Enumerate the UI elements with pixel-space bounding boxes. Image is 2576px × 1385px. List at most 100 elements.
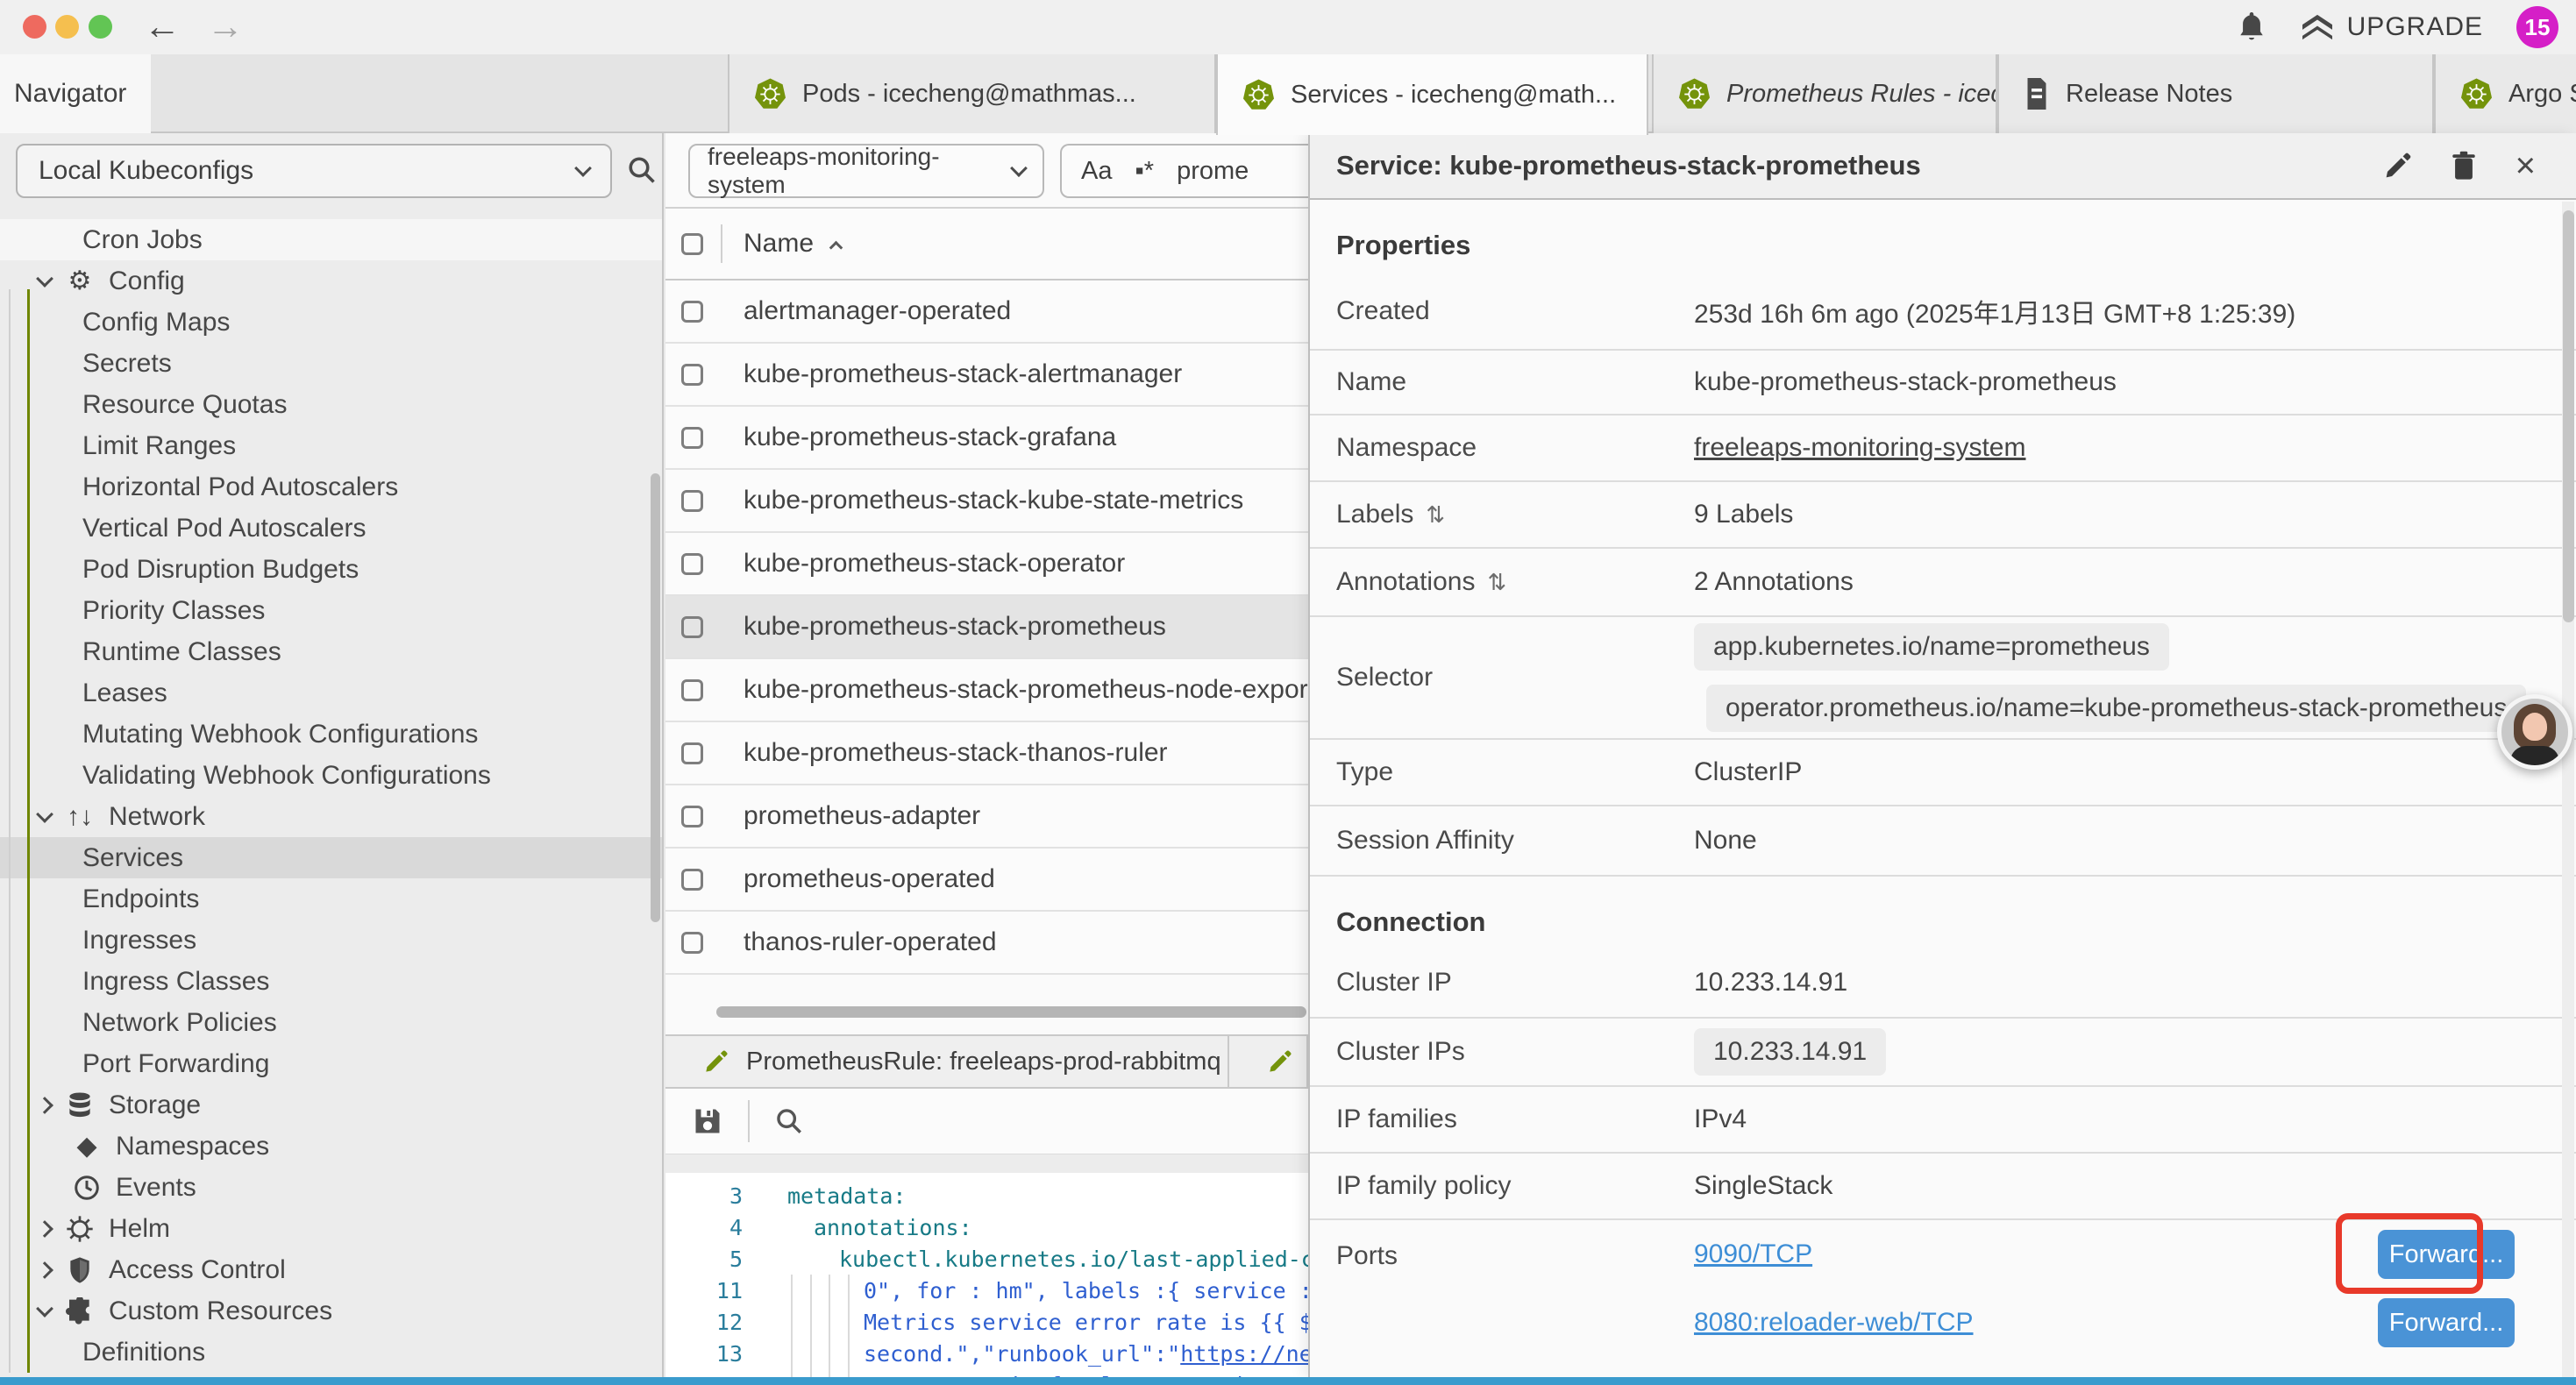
scrollbar-thumb[interactable] [716, 1006, 1306, 1018]
table-row-selected[interactable]: kube-prometheus-stack-prometheus [665, 596, 1308, 659]
indent-guide [9, 289, 11, 1373]
sidebar-group-helm[interactable]: Helm [0, 1208, 662, 1249]
table-row[interactable]: thanos-ruler-operated [665, 912, 1308, 975]
sidebar-group-config[interactable]: ⚙ Config [0, 260, 662, 302]
row-checkbox[interactable] [681, 869, 703, 891]
namespace-selector[interactable]: freeleaps-monitoring-system [688, 144, 1044, 198]
sidebar-item-horizontal-pod-autoscalers[interactable]: Horizontal Pod Autoscalers [0, 466, 662, 508]
search-input[interactable] [1177, 157, 1291, 186]
sidebar-item-port-forwarding[interactable]: Port Forwarding [0, 1043, 662, 1084]
row-checkbox[interactable] [681, 553, 703, 575]
sidebar-item-events[interactable]: Events [0, 1167, 662, 1208]
sort-toggle-icon[interactable]: ⇅ [1426, 501, 1445, 529]
sidebar-item-definitions[interactable]: Definitions [0, 1332, 662, 1373]
sidebar-scrollbar[interactable] [651, 473, 660, 922]
sidebar-item-runtime-classes[interactable]: Runtime Classes [0, 631, 662, 672]
tab-services[interactable]: Services - icecheng@math... × [1216, 54, 1648, 135]
maximize-window-button[interactable] [89, 15, 112, 39]
row-checkbox[interactable] [681, 742, 703, 764]
sidebar-group-storage[interactable]: Storage [0, 1084, 662, 1126]
chevron-right-icon [36, 1261, 53, 1279]
sidebar-item-config-maps[interactable]: Config Maps [0, 302, 662, 343]
detail-row-selector: Selector app.kubernetes.io/name=promethe… [1310, 615, 2576, 738]
close-window-button[interactable] [23, 15, 46, 39]
match-case-toggle[interactable]: Aa [1081, 157, 1112, 186]
detail-row-ports: Ports 9090/TCP Forward... 8080:reloader-… [1310, 1218, 2576, 1378]
table-row[interactable]: prometheus-operated [665, 849, 1308, 912]
user-avatar[interactable] [2497, 694, 2572, 770]
sidebar-item-vertical-pod-autoscalers[interactable]: Vertical Pod Autoscalers [0, 508, 662, 549]
sidebar-item-secrets[interactable]: Secrets [0, 343, 662, 384]
table-row[interactable]: kube-prometheus-stack-alertmanager [665, 344, 1308, 407]
detail-row-session-affinity: Session Affinity None [1310, 805, 2576, 875]
sidebar-item-namespaces[interactable]: ◆ Namespaces [0, 1126, 662, 1167]
port-link-9090[interactable]: 9090/TCP [1694, 1239, 1812, 1269]
sidebar-item-services[interactable]: Services [0, 837, 662, 878]
sidebar-group-custom-resources[interactable]: Custom Resources [0, 1290, 662, 1332]
table-row[interactable]: prometheus-adapter [665, 785, 1308, 849]
sidebar-item-priority-classes[interactable]: Priority Classes [0, 590, 662, 631]
row-checkbox[interactable] [681, 490, 703, 512]
table-row[interactable]: alertmanager-operated [665, 281, 1308, 344]
editor-search-icon[interactable] [774, 1106, 804, 1136]
navigator-panel-tab[interactable]: Navigator [0, 54, 151, 133]
sidebar-item-ingresses[interactable]: Ingresses [0, 920, 662, 961]
row-checkbox[interactable] [681, 932, 703, 954]
port-link-8080[interactable]: 8080:reloader-web/TCP [1694, 1308, 1974, 1338]
yaml-editor[interactable]: 3metadata: 4annotations: 5kubectl.kubern… [665, 1173, 1308, 1378]
tab-argo[interactable]: Argo Se [2434, 54, 2576, 133]
row-checkbox[interactable] [681, 301, 703, 323]
bell-icon[interactable] [2237, 11, 2266, 44]
editor-tab-partial[interactable] [1229, 1036, 1308, 1087]
row-checkbox[interactable] [681, 427, 703, 449]
sidebar-item-resource-quotas[interactable]: Resource Quotas [0, 384, 662, 425]
table-row[interactable]: kube-prometheus-stack-prometheus-node-ex… [665, 659, 1308, 722]
sidebar-item-network-policies[interactable]: Network Policies [0, 1002, 662, 1043]
chevron-down-icon [36, 270, 53, 288]
delete-trash-icon[interactable] [2451, 151, 2477, 181]
notification-count-badge[interactable]: 15 [2516, 6, 2558, 48]
sidebar-item-endpoints[interactable]: Endpoints [0, 878, 662, 920]
horizontal-scrollbar[interactable] [665, 1006, 1308, 1019]
sidebar-item-leases[interactable]: Leases [0, 672, 662, 714]
section-heading-properties: Properties [1310, 200, 2576, 273]
table-row[interactable]: kube-prometheus-stack-operator [665, 533, 1308, 596]
panel-scrollbar-thumb[interactable] [2563, 210, 2574, 622]
row-checkbox[interactable] [681, 364, 703, 386]
tab-prometheus-rules[interactable]: Prometheus Rules - icecheng... [1652, 54, 1997, 133]
sidebar-item-validating-webhook-configurations[interactable]: Validating Webhook Configurations [0, 755, 662, 796]
sidebar-item-limit-ranges[interactable]: Limit Ranges [0, 425, 662, 466]
row-checkbox[interactable] [681, 806, 703, 827]
regex-toggle[interactable]: ▪* [1135, 157, 1154, 186]
close-panel-icon[interactable]: × [2516, 153, 2536, 179]
forward-button[interactable]: Forward... [2378, 1298, 2515, 1347]
minimize-window-button[interactable] [55, 15, 79, 39]
upgrade-button[interactable]: UPGRADE [2300, 12, 2483, 42]
forward-arrow-icon[interactable]: → [207, 5, 244, 47]
tab-pods[interactable]: Pods - icecheng@mathmas... [728, 54, 1216, 133]
sidebar-item-mutating-webhook-configurations[interactable]: Mutating Webhook Configurations [0, 714, 662, 755]
select-all-checkbox[interactable] [681, 233, 703, 255]
sort-toggle-icon[interactable]: ⇅ [1487, 569, 1506, 596]
editor-tab-prometheusrule[interactable]: PrometheusRule: freeleaps-prod-rabbitmq [665, 1036, 1229, 1087]
edit-pencil-icon[interactable] [2384, 152, 2412, 180]
tab-strip: Navigator Pods - icecheng@mathmas... Ser… [0, 54, 2576, 133]
sidebar-group-network[interactable]: ↑↓ Network [0, 796, 662, 837]
forward-button[interactable]: Forward... [2378, 1230, 2515, 1279]
sidebar-group-access-control[interactable]: Access Control [0, 1249, 662, 1290]
back-arrow-icon[interactable]: ← [144, 5, 181, 47]
search-icon[interactable] [626, 154, 658, 186]
sidebar-item-ingress-classes[interactable]: Ingress Classes [0, 961, 662, 1002]
sidebar-item-pod-disruption-budgets[interactable]: Pod Disruption Budgets [0, 549, 662, 590]
sidebar-item-cron-jobs[interactable]: Cron Jobs [0, 219, 662, 260]
namespace-link[interactable]: freeleaps-monitoring-system [1694, 433, 2025, 463]
table-row[interactable]: kube-prometheus-stack-grafana [665, 407, 1308, 470]
table-row[interactable]: kube-prometheus-stack-kube-state-metrics [665, 470, 1308, 533]
row-checkbox[interactable] [681, 679, 703, 701]
name-column-header[interactable]: Name [744, 229, 841, 259]
row-checkbox[interactable] [681, 616, 703, 638]
tab-release-notes[interactable]: Release Notes [1997, 54, 2434, 133]
table-row[interactable]: kube-prometheus-stack-thanos-ruler [665, 722, 1308, 785]
save-icon[interactable] [692, 1105, 723, 1137]
kubeconfig-selector[interactable]: Local Kubeconfigs [16, 144, 612, 198]
